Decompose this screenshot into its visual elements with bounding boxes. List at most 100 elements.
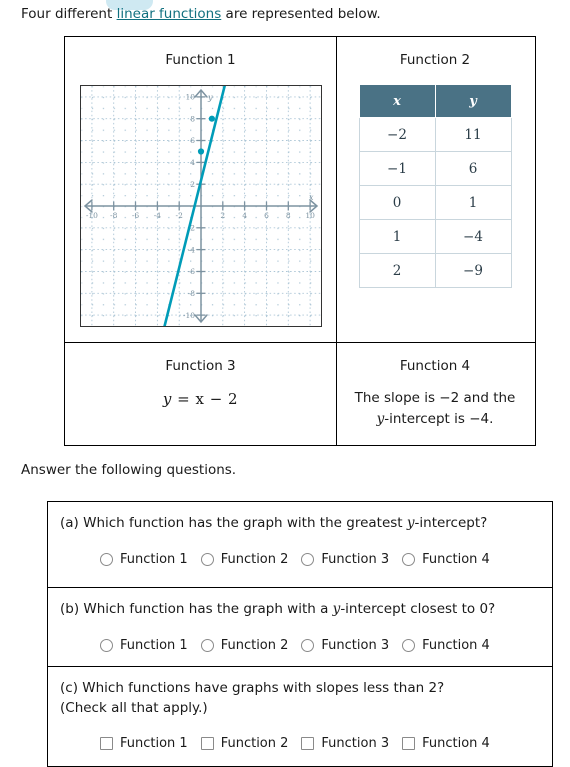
column-header-x: x [358, 84, 436, 118]
option-function-4[interactable]: Function 4 [402, 736, 490, 751]
option-function-3[interactable]: Function 3 [301, 736, 389, 751]
radio-icon[interactable] [301, 552, 315, 566]
question-b-text: (b) Which function has the graph with a … [60, 600, 552, 620]
option-function-2[interactable]: Function 2 [200, 551, 289, 567]
cell-x: −2 [358, 117, 436, 152]
table-row: 1 −4 [358, 219, 512, 254]
option-label: Function 4 [422, 551, 490, 567]
table-row: −2 11 [358, 117, 512, 152]
cell-x: 2 [358, 253, 436, 288]
option-function-2[interactable]: Function 2 [200, 736, 289, 752]
functions-table-row-bottom: Function 3 y = x − 2 Function 4 The slop… [65, 342, 535, 446]
svg-text:8: 8 [190, 114, 195, 123]
cell-y: 6 [434, 151, 512, 186]
option-function-1[interactable]: Function 1 [100, 638, 188, 653]
option-function-4[interactable]: Function 4 [402, 552, 490, 567]
svg-text:10: 10 [305, 211, 315, 220]
question-b-options: Function 1 Function 2 Function 3 Functio… [60, 638, 552, 653]
option-label: Function 1 [120, 637, 188, 653]
svg-text:2: 2 [220, 211, 225, 220]
function-3-cell: Function 3 y = x − 2 [65, 343, 336, 446]
svg-text:-10: -10 [183, 311, 195, 320]
questions-container: (a) Which function has the graph with th… [47, 501, 553, 767]
question-a: (a) Which function has the graph with th… [48, 502, 552, 587]
radio-icon[interactable] [301, 638, 315, 652]
intro-sentence: Four different linear functions are repr… [21, 6, 381, 22]
radio-icon[interactable] [200, 638, 214, 652]
svg-text:-8: -8 [110, 211, 118, 220]
functions-table-row-top: Function 1 -10 -8 -6 -4 -2 2 4 6 8 10 10… [65, 37, 535, 342]
option-function-1[interactable]: Function 1 [100, 552, 188, 567]
question-c-text: (c) Which functions have graphs with slo… [60, 680, 445, 696]
svg-text:4: 4 [190, 158, 195, 167]
svg-text:-6: -6 [188, 267, 196, 276]
function-1-cell: Function 1 -10 -8 -6 -4 -2 2 4 6 8 10 10… [65, 37, 336, 342]
column-header-y: y [434, 84, 512, 118]
option-function-3[interactable]: Function 3 [301, 552, 389, 567]
option-label: Function 2 [220, 736, 289, 752]
radio-icon[interactable] [100, 638, 113, 652]
checkbox-icon[interactable] [200, 737, 214, 751]
functions-table: Function 1 -10 -8 -6 -4 -2 2 4 6 8 10 10… [64, 36, 536, 446]
coordinate-plane-svg: -10 -8 -6 -4 -2 2 4 6 8 10 10 8 6 4 2 -2… [81, 86, 321, 326]
function-4-desc-line1: The slope is −2 and the [354, 390, 516, 406]
function-4-cell: Function 4 The slope is −2 and the y-int… [336, 343, 533, 446]
option-function-1[interactable]: Function 1 [100, 736, 188, 751]
function-3-title: Function 3 [165, 358, 236, 374]
checkbox-icon[interactable] [301, 737, 315, 751]
svg-text:-4: -4 [154, 211, 162, 220]
function-2-value-table: x y −2 11 −1 6 0 1 1 −4 2 −9 [358, 84, 512, 288]
checkbox-icon[interactable] [402, 737, 416, 751]
question-c: (c) Which functions have graphs with slo… [48, 666, 552, 766]
cell-y: 1 [434, 185, 512, 220]
option-label: Function 2 [220, 551, 289, 567]
intro-text-before: Four different [21, 6, 117, 22]
svg-text:6: 6 [264, 211, 269, 220]
svg-text:10: 10 [185, 93, 195, 102]
function-2-title: Function 2 [399, 52, 471, 68]
question-b-prefix: (b) Which function has the graph with a [60, 601, 333, 617]
function-4-description: The slope is −2 and the y-intercept is −… [348, 388, 523, 430]
question-b: (b) Which function has the graph with a … [48, 587, 552, 666]
question-a-suffix: -intercept? [414, 515, 488, 531]
equation-body: = x − 2 [171, 390, 239, 408]
option-label: Function 3 [321, 637, 390, 653]
question-b-suffix: -intercept closest to 0? [340, 601, 496, 617]
table-header-row: x y [358, 84, 512, 118]
option-label: Function 3 [321, 551, 390, 567]
radio-icon[interactable] [100, 552, 113, 566]
question-c-options: Function 1 Function 2 Function 3 Functio… [60, 736, 552, 751]
option-function-4[interactable]: Function 4 [402, 638, 490, 653]
question-a-italic-y: y [406, 515, 415, 531]
function-4-title: Function 4 [399, 358, 471, 374]
cell-x: −1 [358, 151, 436, 186]
question-a-text: (a) Which function has the graph with th… [60, 514, 552, 534]
cell-y: −9 [434, 253, 512, 288]
linear-functions-link[interactable]: linear functions [117, 6, 222, 22]
cell-y: −4 [434, 219, 512, 254]
radio-icon[interactable] [402, 552, 416, 566]
option-label: Function 1 [120, 551, 188, 567]
svg-text:x: x [309, 193, 314, 202]
cell-x: 1 [358, 219, 436, 254]
function-1-graph: -10 -8 -6 -4 -2 2 4 6 8 10 10 8 6 4 2 -2… [80, 85, 322, 327]
function-1-title: Function 1 [165, 52, 236, 68]
radio-icon[interactable] [402, 638, 416, 652]
svg-text:6: 6 [190, 136, 195, 145]
svg-text:-4: -4 [188, 245, 196, 254]
checkbox-icon[interactable] [100, 737, 113, 751]
svg-text:-2: -2 [176, 211, 184, 220]
intro-text-after: are represented below. [221, 6, 381, 22]
function-2-cell: Function 2 x y −2 11 −1 6 0 1 1 −4 2 −9 [336, 37, 533, 342]
plotted-point-1-8 [208, 115, 215, 122]
option-label: Function 2 [220, 637, 289, 653]
svg-text:y: y [207, 93, 213, 102]
question-c-subtext: (Check all that apply.) [60, 699, 208, 716]
option-function-3[interactable]: Function 3 [301, 638, 389, 653]
radio-icon[interactable] [200, 552, 214, 566]
equation-y-variable: y [162, 390, 172, 408]
question-a-prefix: (a) Which function has the graph with th… [60, 515, 407, 531]
answer-lead-text: Answer the following questions. [21, 462, 237, 478]
question-a-options: Function 1 Function 2 Function 3 Functio… [60, 552, 552, 567]
option-function-2[interactable]: Function 2 [200, 637, 289, 653]
